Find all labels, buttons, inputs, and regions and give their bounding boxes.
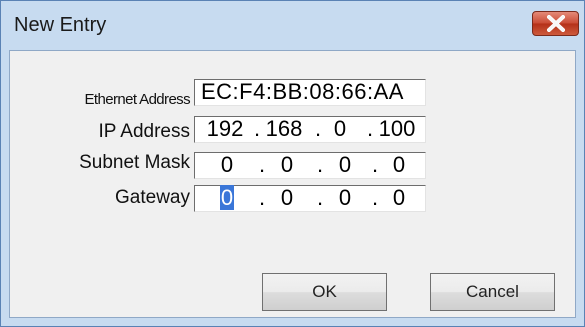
gateway-octet-4: 0 bbox=[392, 185, 406, 210]
ip-octet-1: 192 bbox=[206, 116, 244, 141]
ethernet-address-field[interactable]: EC:F4:BB:08:66:AA bbox=[194, 79, 426, 106]
window-title: New Entry bbox=[14, 14, 107, 36]
gateway-octet-1[interactable]: 0 bbox=[215, 185, 239, 211]
subnet-octet-3: 0 bbox=[338, 152, 352, 177]
gateway-octet-3: 0 bbox=[338, 185, 352, 210]
gateway-label: Gateway bbox=[115, 187, 190, 208]
subnet-mask-label: Subnet Mask bbox=[79, 152, 190, 173]
subnet-octet-4: 0 bbox=[392, 152, 406, 177]
dialog-body: Ethernet Address EC:F4:BB:08:66:AA IP Ad… bbox=[9, 50, 576, 318]
subnet-dot-3: . bbox=[371, 152, 379, 177]
gateway-dot-3: . bbox=[371, 185, 379, 210]
ok-button[interactable]: OK bbox=[262, 273, 387, 311]
ip-octet-2: 168 bbox=[265, 116, 303, 141]
gateway-field[interactable]: 0 . 0 . 0 . 0 bbox=[194, 185, 426, 212]
ip-dot-1: . bbox=[253, 116, 261, 141]
subnet-mask-field[interactable]: 0 . 0 . 0 . 0 bbox=[194, 152, 426, 179]
ethernet-address-label: Ethernet Address bbox=[84, 91, 191, 108]
cancel-button[interactable]: Cancel bbox=[430, 273, 555, 311]
close-icon bbox=[547, 15, 565, 32]
subnet-dot-2: . bbox=[316, 152, 324, 177]
title-bar[interactable]: New Entry bbox=[1, 1, 584, 50]
ip-dot-3: . bbox=[366, 116, 374, 141]
gateway-dot-2: . bbox=[316, 185, 324, 210]
gateway-dot-1: . bbox=[258, 185, 266, 210]
ip-address-field[interactable]: 192 . 168 . 0 . 100 bbox=[194, 116, 426, 143]
subnet-octet-2: 0 bbox=[280, 152, 294, 177]
ip-octet-3: 0 bbox=[333, 116, 347, 141]
gateway-octet-1-value: 0 bbox=[219, 185, 235, 210]
ip-dot-2: . bbox=[314, 116, 322, 141]
ip-octet-4: 100 bbox=[378, 116, 416, 141]
close-button[interactable] bbox=[532, 11, 579, 36]
dialog-window: New Entry Ethernet Address EC:F4:BB:08:6… bbox=[0, 0, 585, 327]
ip-address-label: IP Address bbox=[98, 121, 190, 142]
subnet-dot-1: . bbox=[258, 152, 266, 177]
gateway-octet-2: 0 bbox=[280, 185, 294, 210]
subnet-octet-1: 0 bbox=[220, 152, 234, 177]
